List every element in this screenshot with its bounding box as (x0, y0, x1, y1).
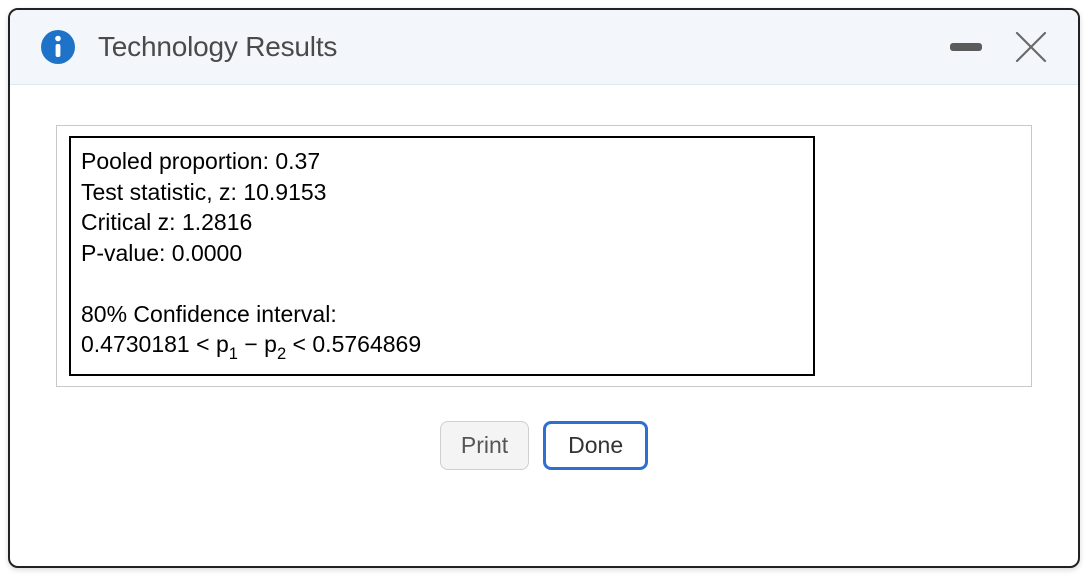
dialog-technology-results: Technology Results Pooled proportion: 0.… (8, 8, 1080, 568)
window-controls (950, 28, 1050, 66)
ci-upper: 0.5764869 (312, 331, 421, 357)
done-button[interactable]: Done (543, 421, 648, 470)
minimize-icon[interactable] (950, 43, 982, 51)
results-text-box: Pooled proportion: 0.37 Test statistic, … (69, 136, 815, 376)
line-ci-label: 80% Confidence interval: (81, 299, 803, 330)
results-container: Pooled proportion: 0.37 Test statistic, … (56, 125, 1032, 387)
dialog-title: Technology Results (98, 31, 337, 63)
ci-lower: 0.4730181 (81, 331, 190, 357)
print-button[interactable]: Print (440, 421, 529, 470)
line-pooled-proportion: Pooled proportion: 0.37 (81, 146, 803, 177)
dialog-body: Pooled proportion: 0.37 Test statistic, … (10, 85, 1078, 566)
line-ci-values: 0.4730181 < p1 − p2 < 0.5764869 (81, 329, 803, 364)
line-p-value: P-value: 0.0000 (81, 238, 803, 269)
close-icon[interactable] (1012, 28, 1050, 66)
line-critical-z: Critical z: 1.2816 (81, 207, 803, 238)
button-row: Print Done (56, 387, 1032, 482)
line-test-statistic: Test statistic, z: 10.9153 (81, 177, 803, 208)
blank-line (81, 268, 803, 299)
titlebar: Technology Results (10, 10, 1078, 85)
info-icon (40, 29, 76, 65)
